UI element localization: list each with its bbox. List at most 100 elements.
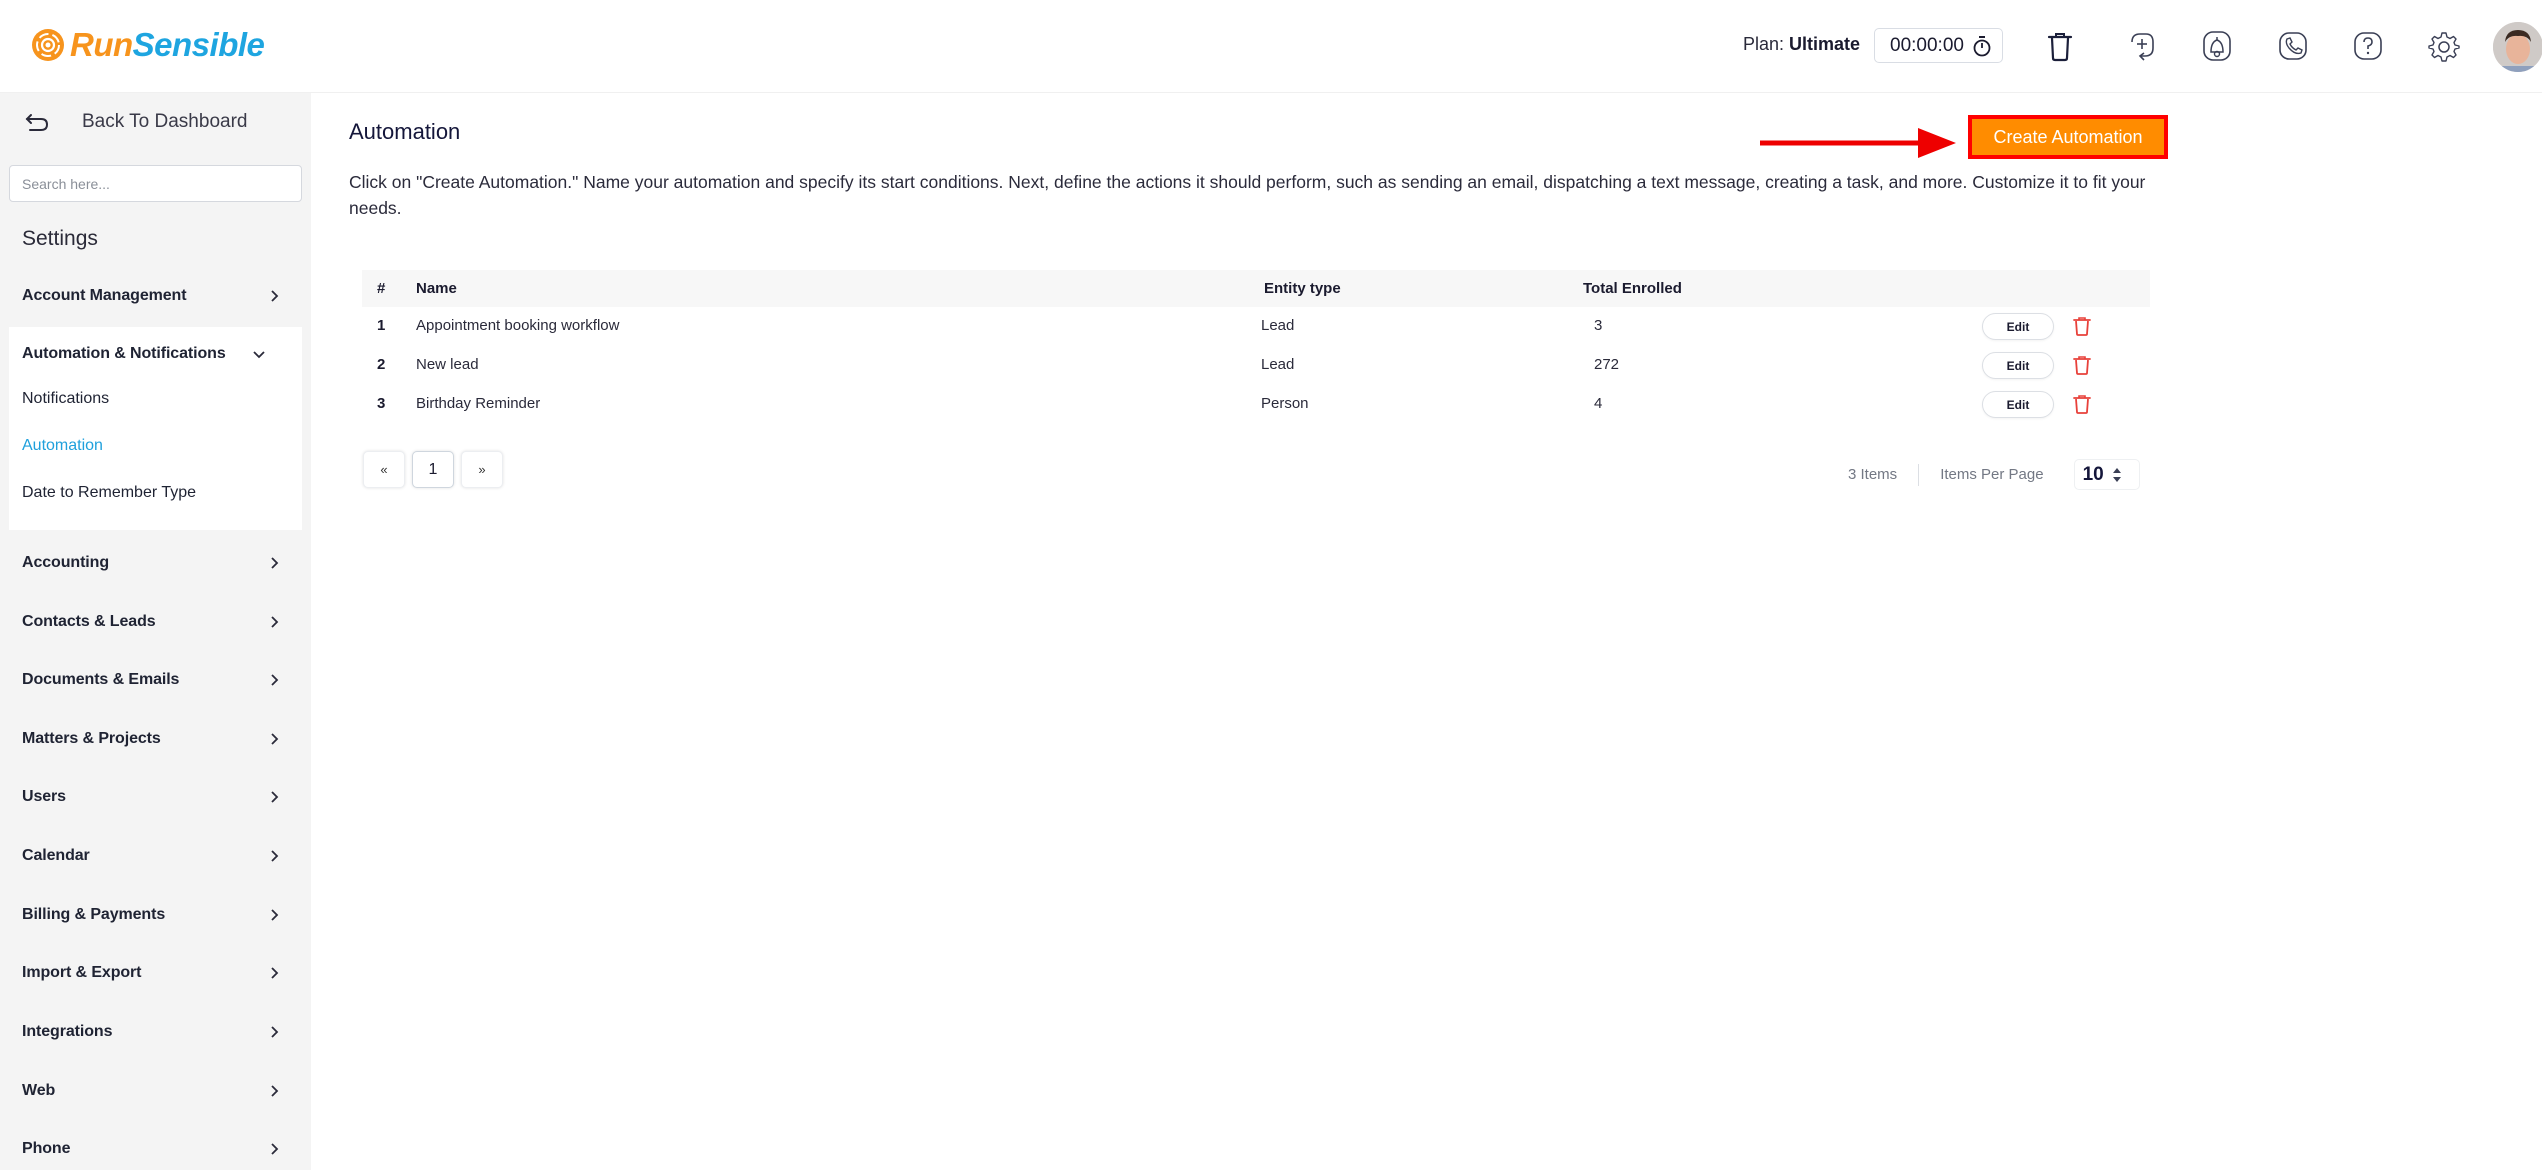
- runsensible-logo[interactable]: RunSensible: [30, 26, 265, 64]
- chevron-right-icon: [271, 1143, 279, 1155]
- automations-table: # Name Entity type Total Enrolled 1 Appo…: [362, 270, 2150, 424]
- sidebar-subitem-automation[interactable]: Automation: [22, 437, 103, 455]
- row-index: 2: [377, 356, 386, 373]
- chevron-right-icon: [271, 616, 279, 628]
- table-header-row: # Name Entity type Total Enrolled: [362, 270, 2150, 307]
- column-header-index: #: [377, 280, 386, 297]
- settings-heading: Settings: [22, 227, 98, 250]
- trash-button[interactable]: [2040, 26, 2080, 66]
- sidebar-item-label: Matters & Projects: [22, 730, 161, 747]
- column-header-entity-type[interactable]: Entity type: [1264, 280, 1341, 297]
- row-total-enrolled: 272: [1594, 356, 1620, 373]
- settings-button[interactable]: [2424, 26, 2464, 66]
- sidebar-subitem-notifications[interactable]: Notifications: [22, 390, 109, 408]
- sidebar-item-label: Account Management: [22, 287, 187, 304]
- timer-widget[interactable]: 00:00:00: [1874, 28, 2003, 63]
- items-count: 3 Items: [1848, 466, 1898, 483]
- logo-text: RunSensible: [70, 26, 265, 63]
- page-title: Automation: [349, 119, 461, 144]
- table-row[interactable]: 3 Birthday Reminder Person 4 Edit: [362, 385, 2150, 424]
- chevron-right-icon: [271, 733, 279, 745]
- sidebar-item-label: Documents & Emails: [22, 671, 180, 688]
- chevron-right-icon: [271, 674, 279, 686]
- sidebar-item-label: Automation & Notifications: [22, 345, 226, 362]
- notifications-button[interactable]: [2197, 26, 2237, 66]
- row-name[interactable]: Appointment booking workflow: [416, 317, 619, 334]
- create-automation-button[interactable]: Create Automation: [1968, 115, 2168, 159]
- stopwatch-icon[interactable]: [1972, 35, 1992, 57]
- trash-icon: [2047, 33, 2073, 62]
- chevron-down-icon: [253, 351, 265, 359]
- pagination-next-button[interactable]: »: [461, 451, 503, 488]
- sidebar-item-label: Accounting: [22, 554, 109, 571]
- items-per-page-label: Items Per Page: [1940, 466, 2044, 483]
- chevron-right-icon: [271, 909, 279, 921]
- top-header: RunSensible Plan: Ultimate 00:00:00: [0, 0, 2542, 93]
- chevron-right-icon: [271, 557, 279, 569]
- row-name[interactable]: New lead: [416, 356, 479, 373]
- sidebar-item-contacts-leads[interactable]: Contacts & Leads: [22, 608, 282, 636]
- phone-button[interactable]: [2273, 26, 2313, 66]
- column-header-name[interactable]: Name: [416, 280, 457, 297]
- sidebar-item-label: Integrations: [22, 1023, 113, 1040]
- table-row[interactable]: 1 Appointment booking workflow Lead 3 Ed…: [362, 307, 2150, 346]
- sidebar-item-automation-notifications[interactable]: Automation & Notifications: [22, 340, 282, 368]
- sidebar-search-input[interactable]: [9, 165, 302, 202]
- sidebar-item-label: Web: [22, 1082, 56, 1099]
- sidebar-item-import-export[interactable]: Import & Export: [22, 959, 282, 987]
- sidebar-subitem-date-to-remember-type[interactable]: Date to Remember Type: [22, 484, 196, 502]
- divider: [1918, 463, 1920, 486]
- chevron-right-icon: [271, 850, 279, 862]
- delete-icon[interactable]: [2071, 315, 2093, 337]
- add-task-icon: [2131, 33, 2154, 61]
- user-avatar[interactable]: [2493, 22, 2542, 72]
- timer-value: 00:00:00: [1890, 34, 1964, 56]
- plan-value: Ultimate: [1789, 34, 1861, 54]
- chevron-right-icon: [271, 290, 279, 302]
- table-row[interactable]: 2 New lead Lead 272 Edit: [362, 346, 2150, 385]
- sidebar-item-accounting[interactable]: Accounting: [22, 549, 282, 577]
- help-icon: [2354, 32, 2382, 60]
- row-entity-type: Person: [1261, 395, 1309, 412]
- settings-sidebar: Back To Dashboard Settings Account Manag…: [0, 93, 311, 1170]
- items-per-page-select[interactable]: 10: [2073, 459, 2140, 490]
- sidebar-item-integrations[interactable]: Integrations: [22, 1018, 282, 1046]
- row-name[interactable]: Birthday Reminder: [416, 395, 540, 412]
- edit-button[interactable]: Edit: [1982, 391, 2054, 418]
- page-description: Click on "Create Automation." Name your …: [349, 172, 2146, 218]
- delete-icon[interactable]: [2071, 393, 2093, 415]
- sidebar-item-documents-emails[interactable]: Documents & Emails: [22, 666, 282, 694]
- annotation-arrow-icon: [1760, 128, 1956, 158]
- sidebar-item-account-management[interactable]: Account Management: [22, 282, 282, 310]
- pagination-prev-button[interactable]: «: [363, 451, 405, 488]
- items-per-page-value: 10: [2082, 463, 2104, 485]
- row-entity-type: Lead: [1261, 317, 1295, 334]
- help-button[interactable]: [2348, 26, 2388, 66]
- notification-bell-icon: [2203, 31, 2231, 61]
- pagination: « 1 »: [363, 451, 503, 488]
- undo-arrow-icon: [25, 114, 49, 131]
- row-total-enrolled: 3: [1594, 317, 1603, 334]
- column-header-total-enrolled[interactable]: Total Enrolled: [1583, 280, 1682, 297]
- sidebar-item-label: Billing & Payments: [22, 906, 166, 923]
- sidebar-item-matters-projects[interactable]: Matters & Projects: [22, 725, 282, 753]
- row-index: 1: [377, 317, 386, 334]
- sidebar-item-label: Users: [22, 788, 66, 805]
- chevron-right-icon: [271, 1085, 279, 1097]
- add-task-button[interactable]: [2122, 26, 2162, 66]
- sidebar-item-phone[interactable]: Phone: [22, 1135, 282, 1163]
- sidebar-item-billing-payments[interactable]: Billing & Payments: [22, 901, 282, 929]
- pagination-page-button[interactable]: 1: [412, 451, 454, 488]
- delete-icon[interactable]: [2071, 354, 2093, 376]
- sidebar-item-users[interactable]: Users: [22, 783, 282, 811]
- chevron-right-icon: [271, 791, 279, 803]
- phone-icon: [2279, 32, 2307, 60]
- back-to-dashboard-link[interactable]: Back To Dashboard: [24, 111, 247, 133]
- row-index: 3: [377, 395, 386, 412]
- sidebar-item-calendar[interactable]: Calendar: [22, 842, 282, 870]
- logo-swirl-icon: [32, 29, 64, 61]
- sidebar-item-web[interactable]: Web: [22, 1077, 282, 1105]
- sidebar-item-label: Contacts & Leads: [22, 613, 156, 630]
- edit-button[interactable]: Edit: [1982, 352, 2054, 379]
- edit-button[interactable]: Edit: [1982, 313, 2054, 340]
